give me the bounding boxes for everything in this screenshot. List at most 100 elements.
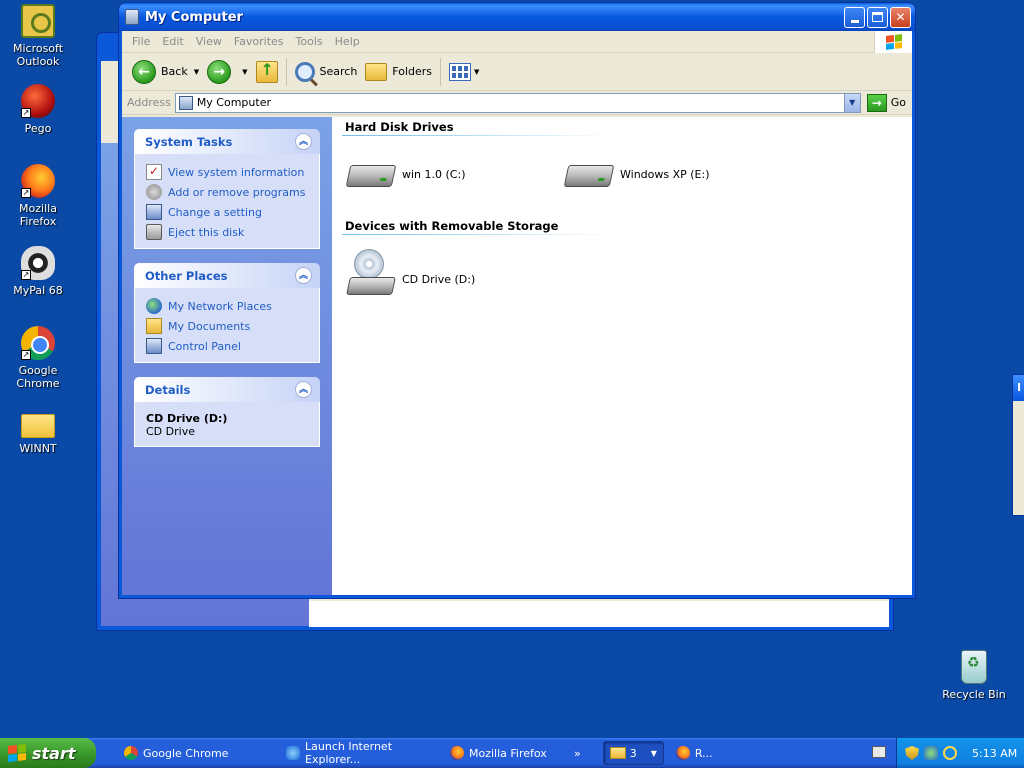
- taskbar-item-chrome[interactable]: Google Chrome: [116, 741, 274, 765]
- collapse-chevron-icon[interactable]: ︽: [295, 381, 312, 398]
- collapse-chevron-icon[interactable]: ︽: [295, 133, 312, 150]
- address-label: Address: [127, 96, 171, 109]
- taskbar-item-label: Mozilla Firefox: [469, 746, 547, 760]
- windows-flag-icon: [885, 34, 902, 50]
- back-button[interactable]: ← Back ▼: [128, 57, 203, 87]
- my-computer-window[interactable]: My Computer ✕ File Edit View Favorites T…: [118, 2, 916, 599]
- go-button[interactable]: → Go: [866, 93, 906, 112]
- menu-edit[interactable]: Edit: [156, 35, 189, 48]
- shortcut-arrow-icon: ↗: [21, 108, 31, 118]
- menu-tools[interactable]: Tools: [290, 35, 329, 48]
- search-icon[interactable]: [943, 746, 957, 760]
- recycle-bin-icon: [961, 650, 987, 684]
- desktop-icon-mypal[interactable]: ↗ MyPal 68: [0, 246, 76, 297]
- taskbar-item-firefox[interactable]: Mozilla Firefox: [442, 741, 562, 765]
- desktop-icon-outlook[interactable]: Microsoft Outlook: [0, 4, 76, 68]
- file-view[interactable]: Hard Disk Drives win 1.0 (C:) Windows XP…: [332, 117, 912, 595]
- other-places-header[interactable]: Other Places ︽: [134, 263, 320, 288]
- start-button[interactable]: start: [0, 738, 96, 768]
- desktop-icon-label: Microsoft Outlook: [12, 42, 64, 68]
- views-icon: [449, 62, 472, 81]
- drive-label: Windows XP (E:): [620, 167, 710, 181]
- group-header-removable: Devices with Removable Storage: [345, 219, 559, 233]
- details-item-type: CD Drive: [146, 425, 195, 438]
- desktop-icon-recycle-bin[interactable]: Recycle Bin: [936, 650, 1012, 701]
- toolbar-separator: [285, 57, 287, 86]
- desktop-icon-pego[interactable]: ↗ Pego: [0, 84, 76, 135]
- search-label: Search: [319, 65, 358, 78]
- taskbar-overflow-chevron-icon[interactable]: »: [574, 747, 581, 760]
- mypal-icon: ↗: [21, 246, 55, 280]
- desktop-icon-label: WINNT: [19, 442, 57, 455]
- folder-icon: [609, 747, 626, 759]
- desktop-icon-firefox[interactable]: ↗ Mozilla Firefox: [0, 164, 76, 228]
- menu-file[interactable]: File: [126, 35, 156, 48]
- outlook-icon: [21, 4, 55, 38]
- shortcut-arrow-icon: ↗: [21, 270, 31, 280]
- system-tasks-body: View system information Add or remove pr…: [134, 154, 320, 249]
- menu-view[interactable]: View: [190, 35, 228, 48]
- place-label: Control Panel: [168, 339, 241, 353]
- task-change-setting[interactable]: Change a setting: [146, 202, 313, 222]
- place-my-network-places[interactable]: My Network Places: [146, 296, 313, 316]
- place-label: My Documents: [168, 319, 251, 333]
- up-button[interactable]: [252, 57, 282, 87]
- address-input[interactable]: My Computer ▼: [174, 92, 861, 113]
- security-shield-icon[interactable]: [905, 746, 919, 760]
- close-button[interactable]: ✕: [890, 6, 911, 28]
- offscreen-window[interactable]: I: [1012, 374, 1024, 516]
- menu-help[interactable]: Help: [329, 35, 366, 48]
- forward-button[interactable]: → ▼: [203, 57, 251, 87]
- taskbar-item-firefox-2[interactable]: R...: [668, 741, 713, 765]
- drive-d[interactable]: CD Drive (D:): [346, 249, 476, 297]
- place-control-panel[interactable]: Control Panel: [146, 336, 313, 356]
- task-view-system-info[interactable]: View system information: [146, 162, 313, 182]
- dropdown-arrow-icon[interactable]: ▼: [242, 68, 247, 76]
- task-label: View system information: [168, 165, 305, 179]
- title-bar[interactable]: My Computer ✕: [119, 3, 915, 31]
- maximize-icon: [872, 12, 883, 22]
- drive-label: CD Drive (D:): [402, 272, 476, 286]
- window-title: My Computer: [145, 9, 243, 25]
- group-header-hard-disks: Hard Disk Drives: [345, 120, 454, 134]
- desktop-icon-chrome[interactable]: ↗ Google Chrome: [0, 326, 76, 390]
- ie-icon: [286, 746, 300, 760]
- search-icon: [294, 61, 315, 82]
- control-panel-icon: [146, 204, 162, 220]
- back-arrow-icon: ←: [132, 59, 156, 84]
- desktop-icon-winnt[interactable]: WINNT: [0, 408, 76, 455]
- minimize-icon: [850, 19, 859, 23]
- place-my-documents[interactable]: My Documents: [146, 316, 313, 336]
- clock[interactable]: 5:13 AM: [972, 747, 1017, 760]
- address-dropdown-icon[interactable]: ▼: [843, 93, 860, 112]
- task-eject-disk[interactable]: Eject this disk: [146, 222, 313, 242]
- panel-title: Details: [145, 382, 191, 397]
- network-icon[interactable]: [924, 746, 938, 760]
- dropdown-arrow-icon[interactable]: ▼: [194, 68, 199, 76]
- desktop-icon-label: MyPal 68: [13, 284, 63, 297]
- taskbar: start Google Chrome Launch Internet Expl…: [0, 738, 1024, 768]
- menu-favorites[interactable]: Favorites: [228, 35, 290, 48]
- taskbar-item-ie[interactable]: Launch Internet Explorer...: [278, 740, 438, 766]
- task-add-remove-programs[interactable]: Add or remove programs: [146, 182, 313, 202]
- details-header[interactable]: Details ︽: [134, 377, 320, 402]
- folders-button[interactable]: Folders: [361, 57, 436, 87]
- desktop-icon-label: Google Chrome: [16, 364, 60, 390]
- drive-c[interactable]: win 1.0 (C:): [345, 161, 465, 187]
- views-button[interactable]: ▼: [445, 57, 483, 87]
- system-info-icon: [146, 164, 162, 180]
- dropdown-arrow-icon[interactable]: ▼: [474, 68, 479, 76]
- collapse-chevron-icon[interactable]: ︽: [295, 267, 312, 284]
- firefox-icon: [450, 746, 464, 760]
- taskbar-group-explorer[interactable]: 3 ▼: [602, 741, 664, 765]
- search-button[interactable]: Search: [291, 57, 362, 87]
- go-arrow-icon: →: [866, 93, 887, 112]
- back-label: Back: [161, 65, 188, 78]
- maximize-button[interactable]: [867, 6, 888, 28]
- task-label: Change a setting: [168, 205, 262, 219]
- chrome-icon: ↗: [21, 326, 55, 360]
- system-tasks-header[interactable]: System Tasks ︽: [134, 129, 320, 154]
- minimize-button[interactable]: [844, 6, 865, 28]
- keyboard-icon[interactable]: [872, 746, 886, 758]
- drive-e[interactable]: Windows XP (E:): [563, 161, 710, 187]
